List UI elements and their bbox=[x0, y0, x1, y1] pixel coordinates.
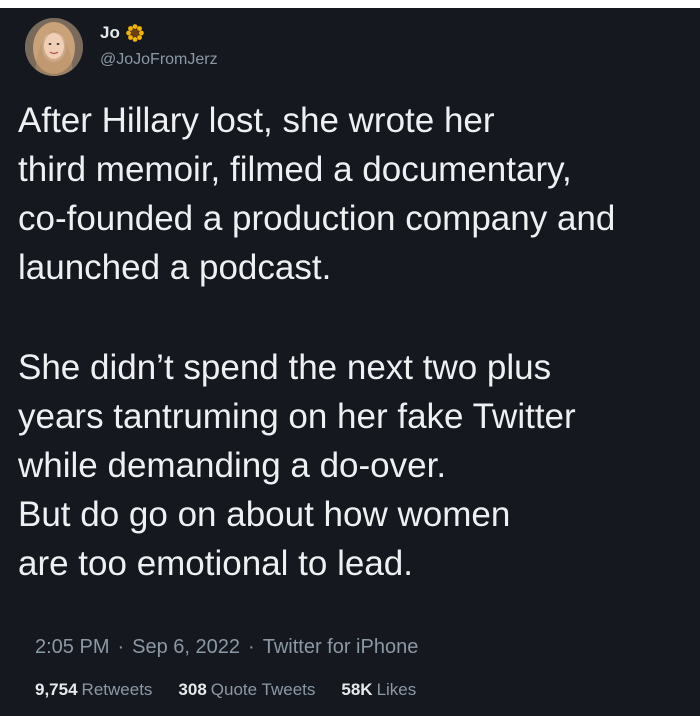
tweet-paragraph-2: She didn’t spend the next two plus years… bbox=[18, 348, 576, 583]
tweet-time[interactable]: 2:05 PM bbox=[35, 636, 109, 659]
quote-tweets-label: Quote Tweets bbox=[210, 680, 316, 699]
avatar-image bbox=[25, 18, 83, 76]
meta-separator: · bbox=[117, 636, 125, 658]
name-row[interactable]: Jo bbox=[100, 23, 144, 43]
display-name[interactable]: Jo bbox=[100, 23, 120, 43]
tweet-date[interactable]: Sep 6, 2022 bbox=[132, 636, 240, 659]
retweets-count: 9,754 bbox=[35, 680, 78, 699]
likes-count: 58K bbox=[341, 680, 373, 699]
likes-stat[interactable]: 58K Likes bbox=[341, 680, 416, 700]
tweet-stats: 9,754 Retweets 308 Quote Tweets 58K Likes bbox=[35, 680, 416, 700]
sunflower-icon bbox=[126, 24, 144, 42]
quote-tweets-count: 308 bbox=[178, 680, 207, 699]
tweet-meta: 2:05 PM · Sep 6, 2022 · Twitter for iPho… bbox=[35, 636, 418, 659]
avatar[interactable] bbox=[25, 18, 83, 76]
tweet-card: Jo @JoJoFromJerz After Hillary lost, she… bbox=[0, 8, 700, 716]
likes-label: Likes bbox=[376, 680, 417, 699]
tweet-paragraph-1: After Hillary lost, she wrote her third … bbox=[18, 101, 616, 287]
quote-tweets-stat[interactable]: 308 Quote Tweets bbox=[178, 680, 315, 700]
retweets-label: Retweets bbox=[81, 680, 153, 699]
meta-separator: · bbox=[248, 636, 255, 658]
retweets-stat[interactable]: 9,754 Retweets bbox=[35, 680, 152, 700]
user-handle[interactable]: @JoJoFromJerz bbox=[100, 51, 218, 69]
tweet-source[interactable]: Twitter for iPhone bbox=[263, 636, 419, 659]
